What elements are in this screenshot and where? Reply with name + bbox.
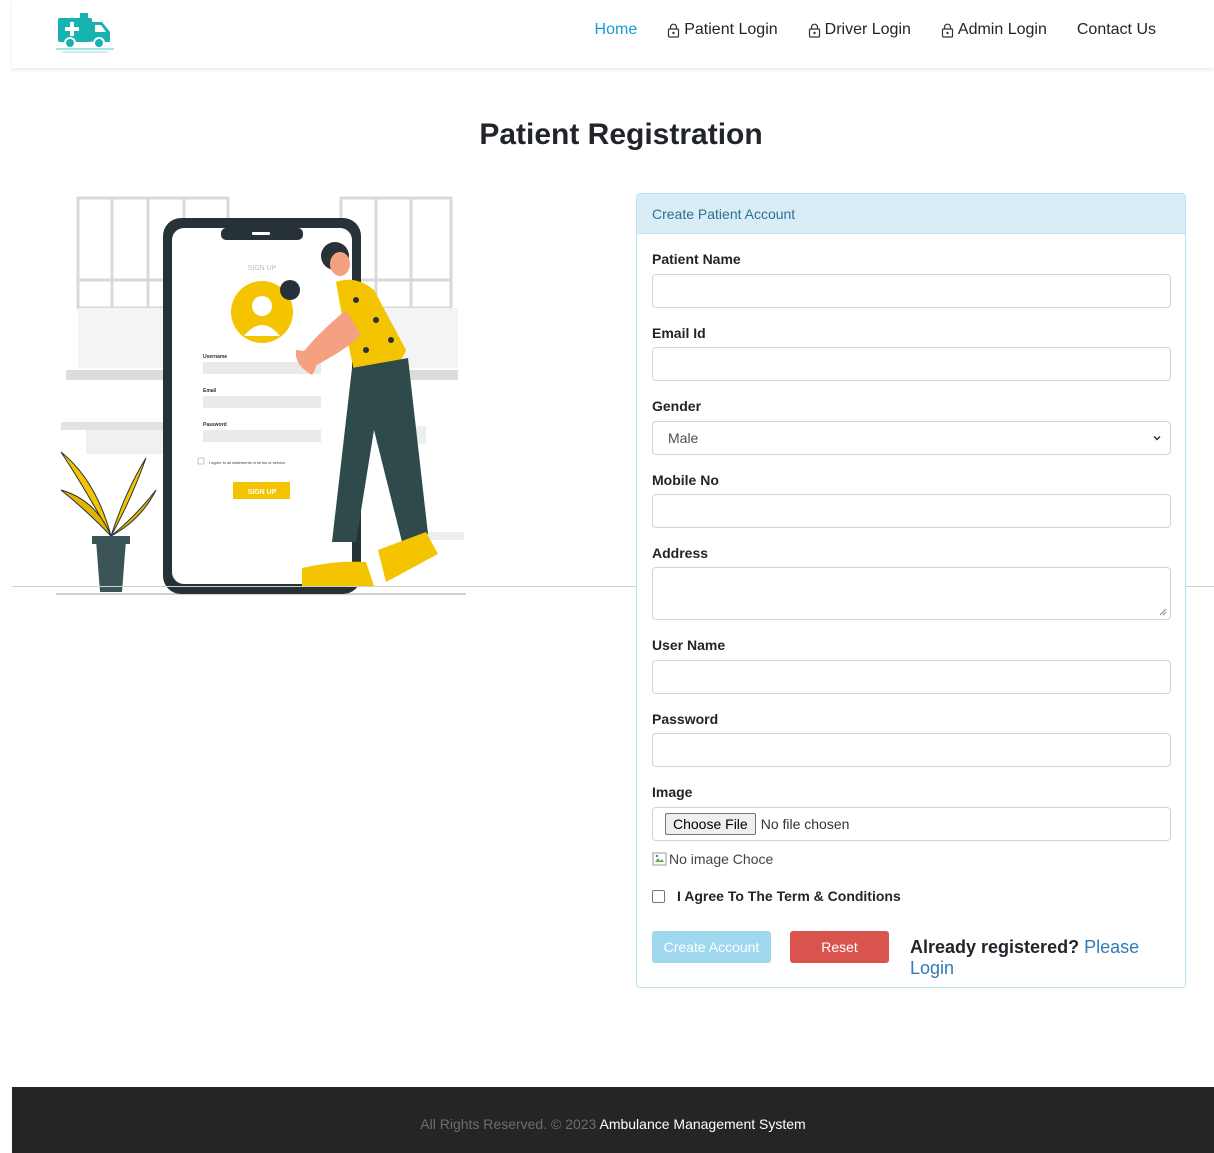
- reset-button[interactable]: Reset: [790, 931, 889, 963]
- choose-file-button[interactable]: Choose File: [665, 813, 756, 835]
- email-input[interactable]: [652, 347, 1171, 381]
- patient-name-label: Patient Name: [652, 251, 741, 267]
- phone-username-label: Username: [203, 354, 227, 360]
- nav-contact-us-link[interactable]: Contact Us: [1062, 20, 1171, 40]
- image-label: Image: [652, 784, 693, 800]
- registration-card: Create Patient Account Patient Name Emai…: [636, 193, 1186, 988]
- lock-icon: [941, 23, 954, 38]
- already-registered: Already registered? Please Login: [910, 937, 1185, 979]
- card-header: Create Patient Account: [637, 194, 1185, 234]
- nav-patient-login-link[interactable]: Patient Login: [652, 20, 792, 40]
- terms-checkbox[interactable]: [652, 889, 665, 903]
- gender-label: Gender: [652, 398, 702, 414]
- footer-copyright: All Rights Reserved. © 2023: [420, 1116, 597, 1132]
- username-input[interactable]: [652, 660, 1171, 694]
- resize-grip-icon[interactable]: [1159, 608, 1167, 616]
- nav-links: Home Patient Login Driver Login Admin Lo…: [580, 20, 1171, 40]
- create-account-button[interactable]: Create Account: [652, 931, 771, 963]
- address-textarea[interactable]: [652, 567, 1171, 620]
- ambulance-logo-icon[interactable]: [56, 12, 114, 54]
- lock-icon: [808, 23, 820, 38]
- gender-select[interactable]: Male: [652, 421, 1171, 455]
- phone-heading: SIGN UP: [248, 265, 277, 272]
- sign-up-illustration: SIGN UP Username Email Password I agree …: [56, 190, 468, 598]
- image-alt-text: No image Choce: [669, 851, 774, 867]
- terms-agreement: I Agree To The Term & Conditions: [652, 888, 901, 904]
- broken-image-icon: [652, 852, 667, 866]
- nav-home-link[interactable]: Home: [580, 20, 653, 40]
- navbar: Home Patient Login Driver Login Admin Lo…: [12, 0, 1214, 68]
- nav-driver-login-link[interactable]: Driver Login: [793, 20, 926, 40]
- terms-label: I Agree To The Term & Conditions: [677, 888, 901, 904]
- image-file-input[interactable]: Choose File No file chosen: [652, 807, 1171, 841]
- nav-admin-login-link[interactable]: Admin Login: [926, 20, 1062, 40]
- already-registered-text: Already registered?: [910, 937, 1080, 957]
- phone-password-label: Password: [203, 422, 227, 428]
- password-input[interactable]: [652, 733, 1171, 767]
- page-title: Patient Registration: [479, 118, 763, 151]
- mobile-input[interactable]: [652, 494, 1171, 528]
- mobile-label: Mobile No: [652, 472, 719, 488]
- username-label: User Name: [652, 637, 726, 653]
- password-label: Password: [652, 711, 719, 727]
- image-preview: No image Choce: [652, 851, 773, 867]
- phone-email-label: Email: [203, 388, 217, 394]
- footer: All Rights Reserved. © 2023 Ambulance Ma…: [12, 1087, 1214, 1153]
- email-label: Email Id: [652, 325, 706, 341]
- chevron-down-icon: [1153, 435, 1161, 441]
- patient-name-input[interactable]: [652, 274, 1171, 308]
- lock-icon: [668, 23, 680, 38]
- file-status: No file chosen: [760, 816, 850, 832]
- phone-agree-text: I agree to all statements in terms of se…: [209, 460, 286, 465]
- footer-brand: Ambulance Management System: [599, 1116, 806, 1132]
- phone-signup-button: SIGN UP: [248, 489, 277, 496]
- address-label: Address: [652, 545, 709, 561]
- gender-selected-value: Male: [668, 430, 699, 446]
